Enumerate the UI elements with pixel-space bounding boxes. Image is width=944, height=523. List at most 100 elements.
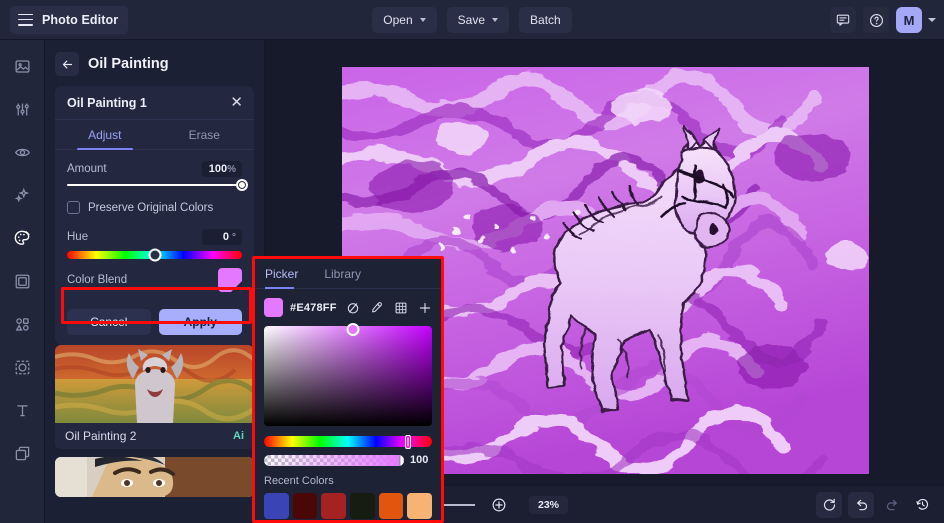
image-icon	[14, 59, 30, 73]
rail-item-cutout[interactable]	[7, 352, 37, 382]
amount-slider[interactable]	[55, 179, 254, 192]
color-blend-row[interactable]: Color Blend	[55, 259, 254, 301]
recent-color-swatch[interactable]	[292, 493, 318, 519]
rail-item-text[interactable]	[7, 395, 37, 425]
tab-adjust-label: Adjust	[88, 128, 122, 142]
recent-color-swatch[interactable]	[378, 493, 404, 519]
batch-label: Batch	[530, 13, 561, 27]
rail-item-adjust[interactable]	[7, 94, 37, 124]
rail-item-palette[interactable]	[7, 223, 37, 253]
zoom-in-button[interactable]	[487, 493, 511, 517]
hue-label: Hue	[67, 231, 89, 243]
effect-tabs: Adjust Erase	[55, 120, 254, 150]
palette-grid-glyph	[395, 302, 406, 313]
mask-cutout-icon	[15, 360, 29, 374]
top-bar: Photo Editor Open Save Batch M	[0, 0, 944, 40]
rail-item-shapes[interactable]	[7, 309, 37, 339]
palette-icon	[14, 230, 30, 245]
alpha-row: 100	[264, 454, 432, 466]
reset-button[interactable]	[816, 491, 842, 518]
recent-color-swatch[interactable]	[350, 493, 375, 519]
alpha-slider[interactable]	[264, 454, 404, 466]
saturation-value-field[interactable]	[264, 323, 432, 426]
undo-icon	[856, 499, 867, 511]
palette-grid-icon[interactable]	[393, 300, 408, 315]
hue-value[interactable]: 0 °	[202, 229, 242, 245]
rail-item-retouch[interactable]	[7, 137, 37, 167]
tab-picker[interactable]: Picker	[265, 259, 299, 289]
amount-unit: %	[227, 164, 236, 175]
tab-library[interactable]: Library	[324, 259, 361, 288]
hue-slider-knob[interactable]	[148, 248, 161, 262]
eyedropper-icon[interactable]	[369, 300, 384, 315]
amount-slider-knob[interactable]	[236, 179, 248, 191]
redo-button[interactable]	[880, 493, 904, 517]
zoom-level[interactable]: 23%	[529, 495, 569, 514]
amount-value[interactable]: 100%	[202, 161, 242, 177]
app-title: Photo Editor	[42, 12, 119, 27]
effect-card: Oil Painting 1 ✕ Adjust Erase Amount 100…	[55, 86, 254, 345]
feedback-button[interactable]	[830, 7, 856, 33]
hue-slider[interactable]	[67, 248, 242, 262]
preset-next-thumbnail[interactable]	[55, 457, 254, 497]
picker-hue-knob[interactable]	[405, 434, 412, 449]
text-icon	[16, 404, 28, 416]
photo-editor-app: Photo Editor Open Save Batch M Oil Paint…	[0, 0, 944, 523]
rail-item-image[interactable]	[7, 51, 37, 81]
cancel-button[interactable]: Cancel	[67, 309, 151, 335]
hue-unit: °	[232, 232, 236, 243]
apply-button[interactable]: Apply	[158, 309, 242, 335]
tab-library-label: Library	[324, 267, 362, 281]
batch-button[interactable]: Batch	[519, 7, 572, 33]
tab-adjust[interactable]: Adjust	[55, 120, 155, 150]
hamburger-icon[interactable]	[18, 13, 33, 26]
amount-slider-track	[67, 179, 248, 191]
tab-erase[interactable]: Erase	[155, 120, 255, 149]
preset-oil-painting-2[interactable]: Oil Painting 2 Ai	[55, 345, 254, 449]
recent-color-swatch[interactable]	[264, 493, 289, 519]
rail-item-layers[interactable]	[7, 438, 37, 468]
recent-color-swatch[interactable]	[407, 493, 433, 519]
rail-item-effects[interactable]	[7, 180, 37, 210]
no-color-glyph	[347, 302, 358, 314]
history-button[interactable]	[910, 493, 934, 517]
recent-color-swatch[interactable]	[321, 493, 347, 519]
picker-hue-slider[interactable]	[264, 434, 432, 449]
color-picker-popover[interactable]: Picker Library #E478FF 100 Recent Colors	[252, 256, 444, 523]
eye-retouch-icon	[14, 148, 30, 156]
amount-label: Amount	[67, 163, 107, 175]
tab-picker-label: Picker	[265, 267, 299, 281]
hex-value[interactable]: #E478FF	[290, 302, 337, 314]
undo-button[interactable]	[848, 491, 874, 518]
preserve-colors-row[interactable]: Preserve Original Colors	[55, 192, 254, 218]
app-menu-button[interactable]: Photo Editor	[10, 5, 129, 34]
save-label: Save	[457, 13, 486, 27]
current-color-swatch[interactable]	[264, 298, 283, 317]
effect-actions: Cancel Apply	[55, 301, 254, 345]
shapes-icon	[15, 317, 29, 331]
saturation-value-knob[interactable]	[346, 323, 360, 336]
preserve-colors-checkbox[interactable]	[67, 201, 80, 214]
recent-colors-list	[264, 493, 433, 519]
chevron-down-icon	[492, 18, 499, 22]
alpha-slider-knob[interactable]	[399, 454, 404, 466]
no-color-icon[interactable]	[345, 300, 360, 315]
hex-row: #E478FF	[255, 289, 441, 323]
account-chevron-down-icon[interactable]	[928, 18, 936, 22]
plus-icon[interactable]	[417, 300, 432, 315]
help-button[interactable]	[863, 7, 889, 33]
save-button[interactable]: Save	[446, 7, 510, 33]
back-button[interactable]	[55, 52, 79, 76]
alpha-value[interactable]: 100	[410, 454, 432, 466]
color-blend-swatch[interactable]	[218, 268, 242, 292]
history-controls	[816, 491, 934, 518]
tab-erase-label: Erase	[188, 128, 220, 142]
preset-thumbnail[interactable]	[55, 345, 254, 423]
open-button[interactable]: Open	[372, 7, 437, 33]
avatar[interactable]: M	[896, 7, 922, 33]
top-right-actions: M	[830, 0, 936, 40]
close-icon[interactable]: ✕	[230, 95, 243, 110]
alpha-slider-fill	[264, 454, 404, 466]
rail-item-frame[interactable]	[7, 266, 37, 296]
ai-badge: Ai	[233, 430, 244, 442]
